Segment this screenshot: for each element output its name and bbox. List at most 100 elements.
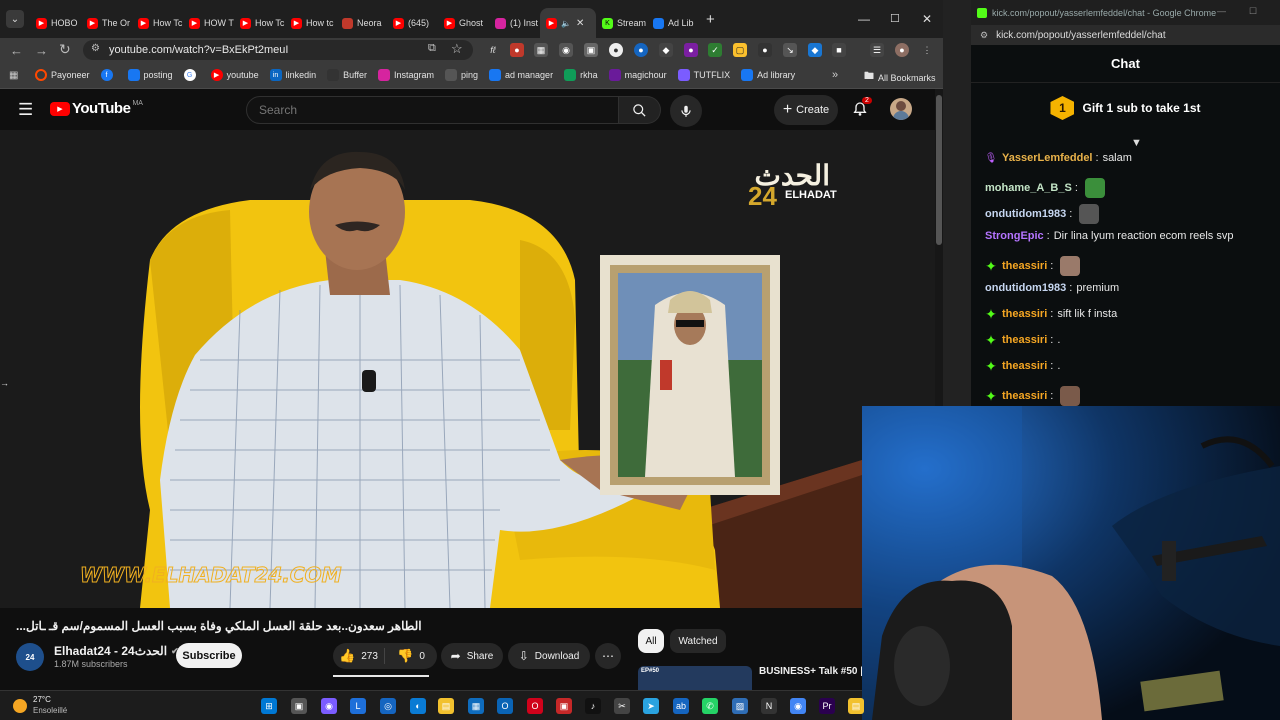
chat-message[interactable]: mohame_A_B_S: xyxy=(985,178,1105,198)
onedrive-icon[interactable]: ◐ xyxy=(410,698,426,714)
tab-10[interactable]: ▶ 🔈 ✕ xyxy=(540,8,596,38)
chrome-menu-icon[interactable]: ⋮ xyxy=(920,43,934,57)
close-tab-icon[interactable]: ✕ xyxy=(576,18,584,29)
tab-7[interactable]: ▶ (645) xyxy=(387,8,438,38)
tab-menu-icon[interactable]: ☰ xyxy=(870,43,884,57)
tab-5[interactable]: ▶ How tc xyxy=(285,8,336,38)
chat-message[interactable]: ✦ theassiri: sift lik f insta xyxy=(985,306,1117,322)
bookmark-0[interactable]: Payoneer xyxy=(35,69,90,81)
subscribe-button[interactable]: Subscribe xyxy=(176,643,242,668)
extension-purple-icon[interactable]: ● xyxy=(684,43,698,57)
tab-11[interactable]: K Stream xyxy=(596,8,647,38)
app-photos-icon[interactable]: ▨ xyxy=(732,698,748,714)
bookmark-12[interactable]: TUTFLIX xyxy=(677,69,730,81)
copilot-icon[interactable]: ◉ xyxy=(321,698,337,714)
bookmark-3[interactable]: G xyxy=(183,69,200,81)
app-blue-icon[interactable]: ◎ xyxy=(380,698,396,714)
extension-blue-icon[interactable]: ● xyxy=(634,43,648,57)
forward-icon[interactable]: → xyxy=(35,43,48,58)
windows-start-icon[interactable]: ⊞ xyxy=(261,698,277,714)
kick-minimize-button[interactable]: — xyxy=(1217,6,1226,16)
chat-username[interactable]: ondutidom1983 xyxy=(985,208,1066,220)
bookmark-9[interactable]: ad manager xyxy=(489,69,553,81)
maximize-button[interactable]: ☐ xyxy=(890,12,900,25)
extension-box-icon[interactable]: ▣ xyxy=(584,43,598,57)
extension-tiles-icon[interactable]: ◆ xyxy=(659,43,673,57)
chat-username[interactable]: theassiri xyxy=(1002,260,1047,272)
tab-6[interactable]: Neora xyxy=(336,8,387,38)
apps-grid-icon[interactable]: ▦ xyxy=(9,70,18,81)
back-icon[interactable]: ← xyxy=(10,43,23,58)
bookmark-2[interactable]: posting xyxy=(127,69,173,81)
outlook-icon[interactable]: O xyxy=(497,698,513,714)
chat-message[interactable]: ✦ theassiri: xyxy=(985,256,1081,276)
premiere-icon[interactable]: Pr xyxy=(819,698,835,714)
chat-message[interactable]: ✦ theassiri: xyxy=(985,386,1081,406)
app-folder-icon[interactable]: ▤ xyxy=(848,698,864,714)
tab-search-button[interactable]: ⌄ xyxy=(6,10,24,28)
chat-message[interactable]: ondutidom1983: premium xyxy=(985,282,1119,294)
app-red-icon[interactable]: ▣ xyxy=(556,698,572,714)
download-button[interactable]: ⇩ Download xyxy=(508,643,590,669)
tab-8[interactable]: ▶ Ghost xyxy=(438,8,489,38)
reload-icon[interactable]: ↻ xyxy=(59,41,71,58)
scrollbar-thumb[interactable] xyxy=(936,95,942,245)
chat-filter-icon[interactable]: ▼ xyxy=(1131,137,1142,149)
extension-circle-icon[interactable]: ● xyxy=(609,43,623,57)
snip-icon[interactable]: ✂ xyxy=(614,698,630,714)
extension-tag-icon[interactable]: ◆ xyxy=(808,43,822,57)
bookmark-4[interactable]: ▶ youtube xyxy=(210,69,259,81)
telegram-icon[interactable]: ➤ xyxy=(643,698,659,714)
chrome-icon[interactable]: ◉ xyxy=(790,698,806,714)
gift-sub-banner[interactable]: 1 Gift 1 sub to take 1st xyxy=(971,83,1280,133)
extension-grid-icon[interactable]: ▦ xyxy=(534,43,548,57)
tab-0[interactable]: ▶ HOBO xyxy=(30,8,81,38)
search-input[interactable] xyxy=(246,96,619,124)
dislike-button[interactable]: 👎 0 xyxy=(385,648,437,664)
chat-username[interactable]: theassiri xyxy=(1002,390,1047,402)
bookmark-8[interactable]: ping xyxy=(445,69,478,81)
chat-username[interactable]: StrongEpic xyxy=(985,230,1044,242)
kick-maximize-button[interactable]: ☐ xyxy=(1249,6,1257,17)
chat-username[interactable]: theassiri xyxy=(1002,334,1047,346)
filter-chip-watched[interactable]: Watched xyxy=(670,629,726,653)
tab-2[interactable]: ▶ How Tc xyxy=(132,8,183,38)
extension-camera-icon[interactable]: ◉ xyxy=(559,43,573,57)
ms-store-icon[interactable]: ▦ xyxy=(468,698,484,714)
app-l-icon[interactable]: L xyxy=(350,698,366,714)
bookmark-7[interactable]: Instagram xyxy=(377,69,434,81)
tiktok-icon[interactable]: ♪ xyxy=(585,698,601,714)
channel-name-row[interactable]: Elhadat24 - الحدث24 ✔ xyxy=(54,644,179,658)
extension-green-icon[interactable]: ✓ xyxy=(708,43,722,57)
youtube-logo[interactable]: ▶ YouTube MA xyxy=(50,100,143,117)
chat-message[interactable]: ✦ theassiri:. xyxy=(985,358,1060,374)
tab-1[interactable]: ▶ The Or xyxy=(81,8,132,38)
weather-condition[interactable]: Ensoleillé xyxy=(33,706,67,715)
share-button[interactable]: ➦ Share xyxy=(441,643,503,669)
suggested-video-thumbnail[interactable]: EP#50 xyxy=(638,666,752,690)
chat-username[interactable]: theassiri xyxy=(1002,308,1047,320)
kick-address-bar[interactable]: ⚙ kick.com/popout/yasserlemfeddel/chat xyxy=(971,25,1280,45)
file-explorer-icon[interactable]: ▤ xyxy=(438,698,454,714)
bookmark-10[interactable]: rkha xyxy=(564,69,598,81)
suggested-video-title[interactable]: BUSINESS+ Talk #50 | xyxy=(759,666,863,677)
notion-icon[interactable]: N xyxy=(761,698,777,714)
bookmark-11[interactable]: magichour xyxy=(608,69,667,81)
url-text[interactable]: youtube.com/watch?v=BxEkPt2meuI xyxy=(109,44,288,56)
chat-message[interactable]: StrongEpic: Dir lina lyum reaction ecom r… xyxy=(985,230,1233,242)
speaker-icon[interactable]: 🔈 xyxy=(561,19,571,28)
extension-yellow-icon[interactable]: ▢ xyxy=(733,43,747,57)
chat-message[interactable]: 🎙 YasserLemfeddel: salam xyxy=(985,152,1132,164)
app-ab-icon[interactable]: ab xyxy=(673,698,689,714)
bookmark-13[interactable]: Ad library xyxy=(741,69,795,81)
opera-icon[interactable]: O xyxy=(527,698,543,714)
search-button[interactable] xyxy=(619,96,661,124)
voice-search-button[interactable] xyxy=(670,95,702,127)
chat-username[interactable]: theassiri xyxy=(1002,360,1047,372)
site-settings-icon[interactable]: ⚙ xyxy=(980,30,988,41)
tab-3[interactable]: ▶ HOW T xyxy=(183,8,234,38)
notifications-button[interactable]: 2 xyxy=(852,97,872,123)
video-player[interactable]: الحدث 24 ELHADAT WWW.ELHADAT24.COM xyxy=(0,130,935,608)
omnibox[interactable]: ⚙ youtube.com/watch?v=BxEkPt2meuI ⧉ ☆ xyxy=(83,40,473,60)
tab-4[interactable]: ▶ How Tc xyxy=(234,8,285,38)
